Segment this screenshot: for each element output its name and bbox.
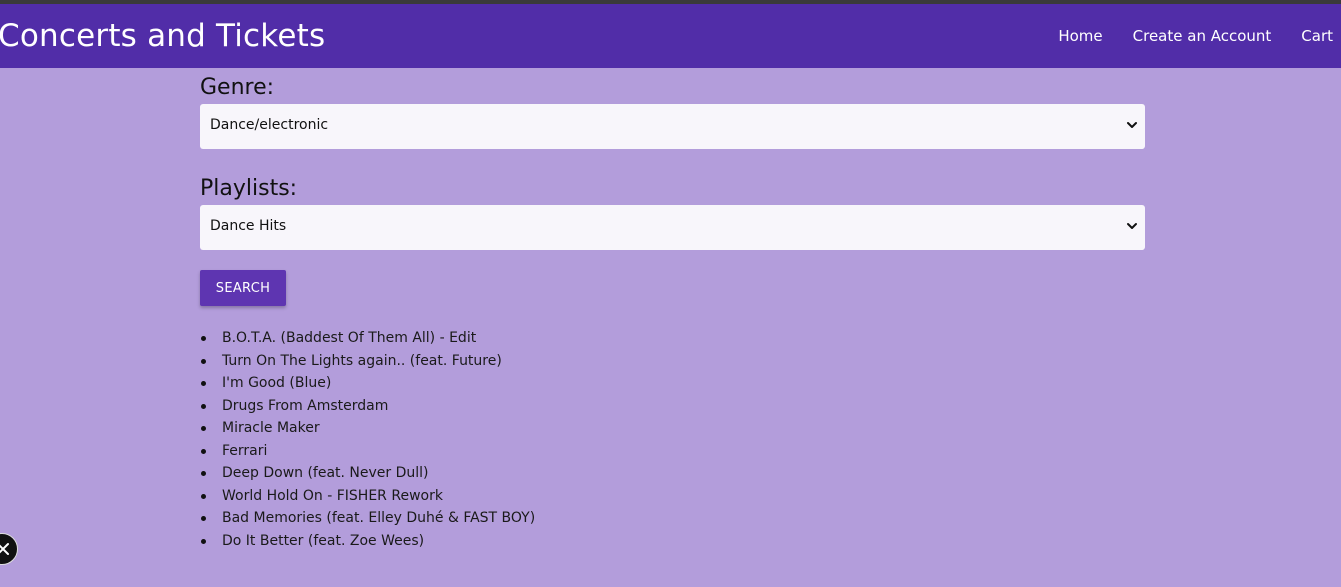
list-item: Miracle Maker — [200, 417, 535, 440]
nav-link-cart[interactable]: Cart — [1301, 27, 1333, 45]
chevron-down-icon — [1127, 122, 1137, 128]
list-item: Ferrari — [200, 440, 535, 463]
chevron-down-icon — [1127, 223, 1137, 229]
list-item: Bad Memories (feat. Elley Duhé & FAST BO… — [200, 507, 535, 530]
list-item: I'm Good (Blue) — [200, 372, 535, 395]
track-title: Ferrari — [222, 442, 268, 459]
track-title: Bad Memories (feat. Elley Duhé & FAST BO… — [222, 510, 536, 526]
track-title: B.O.T.A. (Baddest Of Them All) - Edit — [222, 330, 477, 346]
bullet-icon — [201, 358, 206, 364]
genre-select[interactable]: Dance/electronic — [200, 104, 1145, 149]
bullet-icon — [201, 336, 206, 341]
track-title: Do It Better (feat. Zoe Wees) — [222, 532, 425, 549]
bullet-icon — [201, 493, 206, 499]
bullet-icon — [201, 538, 206, 544]
nav-link-create-account[interactable]: Create an Account — [1133, 27, 1272, 45]
list-item: World Hold On - FISHER Rework — [200, 485, 535, 508]
list-item: Drugs From Amsterdam — [200, 395, 535, 418]
playlist-select-value: Dance Hits — [210, 218, 287, 234]
track-title: Miracle Maker — [222, 420, 320, 436]
track-title: Turn On The Lights again.. (feat. Future… — [222, 352, 502, 369]
bullet-icon — [201, 403, 206, 409]
genre-select-value: Dance/electronic — [210, 117, 329, 133]
list-item: Do It Better (feat. Zoe Wees) — [200, 530, 535, 553]
bullet-icon — [201, 426, 206, 431]
track-title: World Hold On - FISHER Rework — [222, 487, 443, 504]
list-item: Deep Down (feat. Never Dull) — [200, 462, 535, 485]
bullet-icon — [201, 381, 206, 386]
bullet-icon — [201, 516, 206, 521]
list-item: B.O.T.A. (Baddest Of Them All) - Edit — [200, 327, 535, 350]
results-list: B.O.T.A. (Baddest Of Them All) - Edit Tu… — [200, 327, 535, 552]
brand-title[interactable]: Concerts and Tickets — [0, 17, 325, 55]
navbar: Concerts and Tickets Home Create an Acco… — [0, 4, 1341, 68]
bullet-icon — [201, 448, 206, 454]
close-button[interactable] — [0, 533, 18, 565]
list-item: Turn On The Lights again.. (feat. Future… — [200, 350, 535, 373]
track-title: Deep Down (feat. Never Dull) — [222, 465, 429, 481]
nav-links: Home Create an Account Cart — [1028, 4, 1341, 68]
genre-label: Genre: — [200, 75, 275, 100]
search-button[interactable]: SEARCH — [200, 270, 286, 306]
track-title: Drugs From Amsterdam — [222, 397, 389, 414]
playlists-label: Playlists: — [200, 176, 298, 201]
close-icon — [0, 543, 9, 555]
track-title: I'm Good (Blue) — [222, 375, 332, 391]
bullet-icon — [201, 471, 206, 476]
nav-link-home[interactable]: Home — [1058, 27, 1102, 45]
playlist-select[interactable]: Dance Hits — [200, 205, 1145, 250]
